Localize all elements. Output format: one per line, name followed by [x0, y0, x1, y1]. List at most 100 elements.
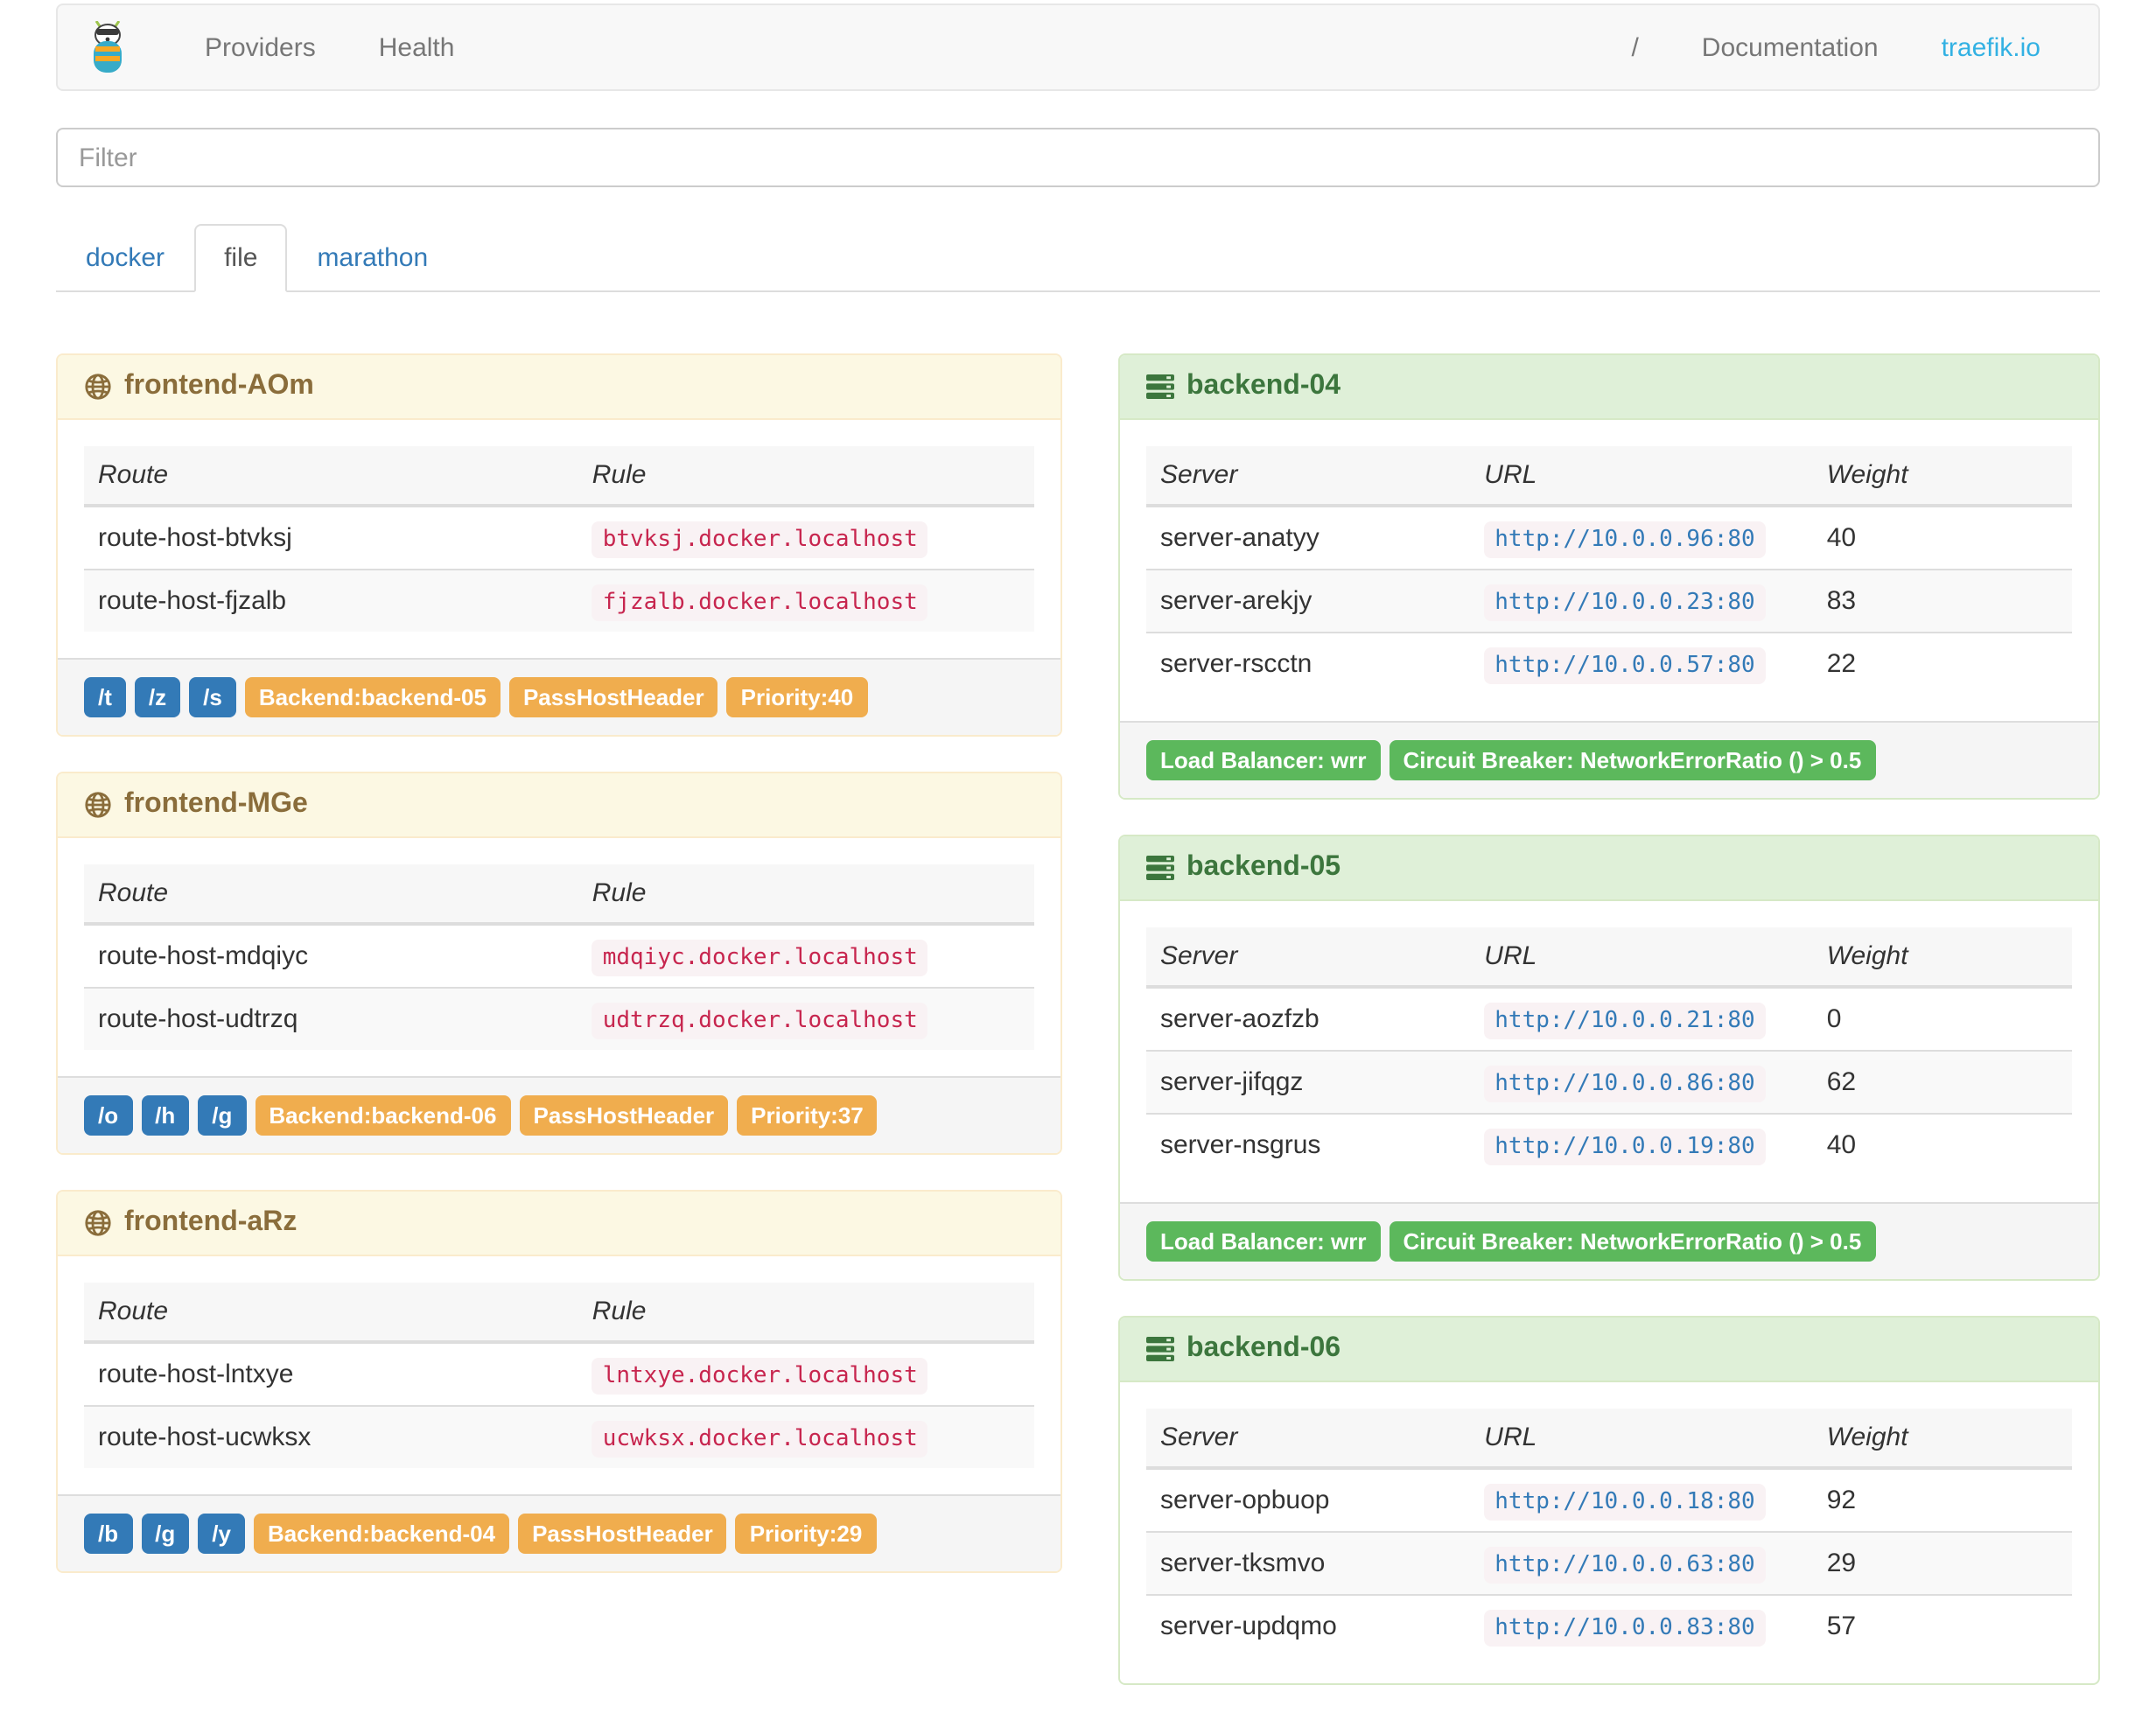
column-header-rule: Rule [578, 864, 1034, 926]
servers-table: Server URL Weight server-opbuop http://10… [1146, 1409, 2072, 1657]
nav-providers-link[interactable]: Providers [173, 32, 347, 62]
server-weight: 29 [1812, 1531, 2072, 1595]
server-url-code: http://10.0.0.63:80 [1484, 1547, 1766, 1584]
column-header-route: Route [84, 864, 578, 926]
nav-traefik-io-link[interactable]: traefik.io [1910, 32, 2072, 62]
traefik-logo[interactable] [84, 21, 131, 73]
entrypoint-badge: /s [189, 677, 236, 717]
column-header-weight: Weight [1812, 446, 2072, 507]
column-header-server: Server [1146, 1409, 1471, 1470]
column-header-server: Server [1146, 446, 1471, 507]
frontend-card: frontend-aRz Route Rule route-host-lntxy… [56, 1190, 1062, 1573]
page-container: Providers Health / Documentation traefik… [56, 0, 2100, 1720]
backend-title: backend-05 [1186, 852, 1341, 882]
server-weight: 57 [1812, 1594, 2072, 1657]
server-weight: 40 [1826, 523, 1857, 553]
navbar-right: / Documentation traefik.io [1600, 32, 2072, 62]
frontend-setting-badge: Backend:backend-04 [253, 1514, 510, 1554]
server-url-code: http://10.0.0.86:80 [1484, 1066, 1766, 1102]
frontend-card: frontend-AOm Route Rule route-host-btvks… [56, 353, 1062, 737]
rule-code: btvksj.docker.localhost [592, 521, 928, 558]
frontend-footer: /b/g/y Backend:backend-04 PassHostHeader Pr… [58, 1494, 1060, 1571]
backend-footer: Load Balancer: wrr Circuit Breaker: Netwo… [1120, 721, 2098, 798]
server-row: server-updqmo http://10.0.0.83:80 57 [1146, 1594, 2072, 1657]
frontend-footer: /o/h/g Backend:backend-06 PassHostHeader Pr… [58, 1076, 1060, 1153]
server-name: server-arekjy [1146, 569, 1471, 633]
server-row: server-anatyy http://10.0.0.96:80 40 [1146, 506, 2072, 570]
navbar: Providers Health / Documentation traefik… [56, 3, 2100, 91]
tab-marathon[interactable]: marathon [287, 224, 458, 292]
route-name: route-host-btvksj [98, 523, 292, 553]
column-header-url: URL [1470, 927, 1813, 989]
frontend-title: frontend-MGe [124, 789, 308, 819]
filter-input[interactable] [56, 128, 2100, 187]
frontend-setting-badge: Backend:backend-06 [255, 1095, 511, 1136]
provider-tabs: docker file marathon [56, 224, 2100, 292]
servers-table: Server URL Weight server-anatyy http://10… [1146, 446, 2072, 695]
frontend-setting-badge: PassHostHeader [518, 1514, 727, 1554]
server-row: server-nsgrus http://10.0.0.19:80 40 [1146, 1113, 2072, 1176]
filter-section [56, 128, 2100, 187]
column-header-rule: Rule [578, 446, 1034, 507]
server-url-code: http://10.0.0.18:80 [1484, 1484, 1766, 1521]
route-row: route-host-lntxye lntxye.docker.localhost [84, 1342, 1034, 1406]
server-name: server-rscctn [1146, 632, 1471, 695]
backend-card: backend-04 Server URL Weight server-anat… [1118, 353, 2100, 800]
server-weight: 0 [1826, 1004, 1842, 1034]
entrypoint-badge: /g [198, 1095, 247, 1136]
globe-icon [84, 373, 112, 401]
route-row: route-host-fjzalb fjzalb.docker.localhost [84, 569, 1034, 632]
backend-footer: Load Balancer: wrr Circuit Breaker: Netwo… [1120, 1202, 2098, 1279]
tab-file[interactable]: file [194, 224, 288, 292]
routes-table: Route Rule route-host-btvksj btvksj.docke… [84, 446, 1034, 632]
route-row: route-host-udtrzq udtrzq.docker.localhost [84, 987, 1034, 1050]
frontend-footer: /t/z/s Backend:backend-05 PassHostHeader Pr… [58, 658, 1060, 735]
server-weight: 40 [1812, 1113, 2072, 1176]
column-header-weight: Weight [1812, 1409, 2072, 1470]
backend-setting-badge: Load Balancer: wrr [1146, 1221, 1381, 1262]
backend-setting-badge: Circuit Breaker: NetworkErrorRatio () > … [1389, 740, 1876, 780]
server-name: server-jifqgz [1146, 1050, 1471, 1114]
nav-documentation-link[interactable]: Documentation [1670, 32, 1910, 62]
rule-code: lntxye.docker.localhost [592, 1358, 928, 1395]
frontend-setting-badge: Priority:37 [737, 1095, 878, 1136]
server-icon [1146, 1335, 1174, 1363]
server-row: server-opbuop http://10.0.0.18:80 92 [1146, 1468, 2072, 1532]
navbar-left: Providers Health [84, 21, 486, 73]
server-url-code: http://10.0.0.96:80 [1484, 521, 1766, 558]
column-header-server: Server [1146, 927, 1471, 989]
route-name: route-host-udtrzq [84, 987, 578, 1050]
server-url-code: http://10.0.0.21:80 [1484, 1003, 1766, 1039]
server-name: server-aozfzb [1160, 1004, 1320, 1034]
backend-card: backend-05 Server URL Weight server-aozf… [1118, 835, 2100, 1281]
server-row: server-tksmvo http://10.0.0.63:80 29 [1146, 1531, 2072, 1595]
server-name: server-updqmo [1146, 1594, 1471, 1657]
globe-icon [84, 791, 112, 819]
routes-table: Route Rule route-host-lntxye lntxye.docke… [84, 1283, 1034, 1468]
server-row: server-rscctn http://10.0.0.57:80 22 [1146, 632, 2072, 695]
column-header-rule: Rule [578, 1283, 1034, 1344]
nav-health-link[interactable]: Health [347, 32, 486, 62]
rule-code: fjzalb.docker.localhost [592, 584, 928, 621]
entrypoint-badge: /h [141, 1095, 190, 1136]
frontend-title: frontend-aRz [124, 1207, 298, 1237]
route-name: route-host-lntxye [98, 1360, 294, 1389]
entrypoint-badge: /t [84, 677, 126, 717]
content-row: frontend-AOm Route Rule route-host-btvks… [56, 353, 2100, 1720]
route-name: route-host-fjzalb [84, 569, 578, 632]
column-header-url: URL [1470, 1409, 1813, 1470]
server-weight: 62 [1812, 1050, 2072, 1114]
routes-table: Route Rule route-host-mdqiyc mdqiyc.docke… [84, 864, 1034, 1050]
rule-code: ucwksx.docker.localhost [592, 1421, 928, 1458]
server-weight: 92 [1826, 1486, 1857, 1515]
rule-code: mdqiyc.docker.localhost [592, 940, 928, 976]
server-icon [1146, 854, 1174, 882]
column-header-url: URL [1470, 446, 1813, 507]
frontend-setting-badge: PassHostHeader [508, 677, 718, 717]
tab-docker[interactable]: docker [56, 224, 194, 292]
globe-icon [84, 1209, 112, 1237]
column-header-route: Route [84, 1283, 578, 1344]
frontend-title: frontend-AOm [124, 371, 314, 401]
frontend-setting-badge: PassHostHeader [519, 1095, 729, 1136]
server-row: server-arekjy http://10.0.0.23:80 83 [1146, 569, 2072, 633]
